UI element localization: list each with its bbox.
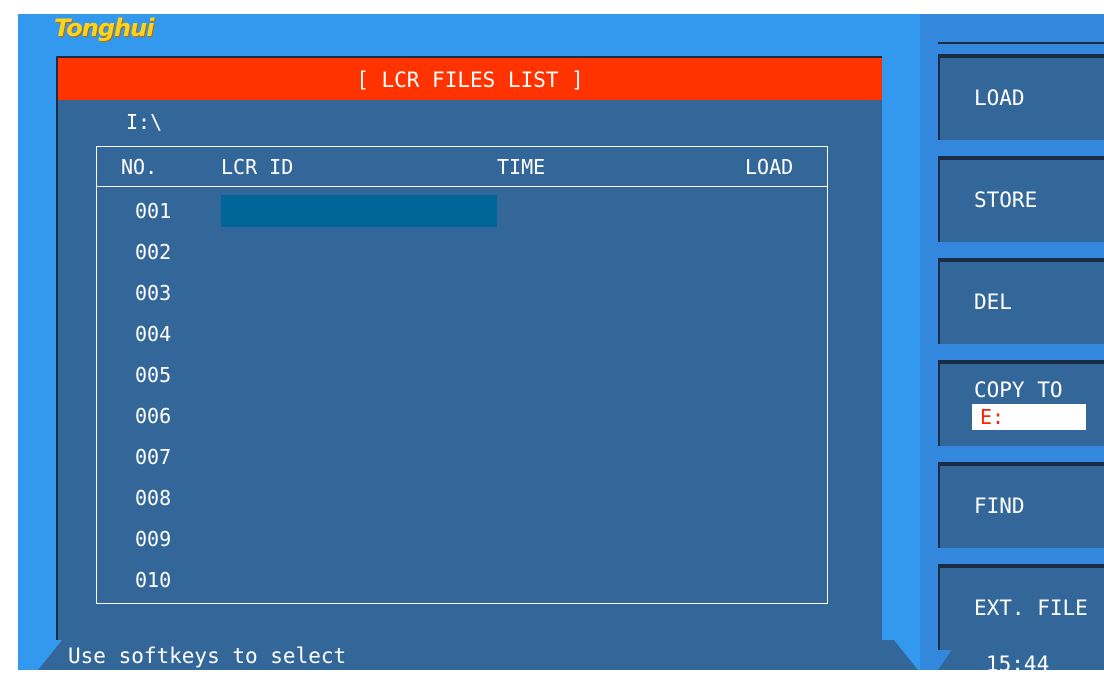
file-row[interactable]: 001 <box>97 191 827 232</box>
row-number: 009 <box>135 527 172 551</box>
file-row[interactable]: 006 <box>97 396 827 437</box>
row-number: 001 <box>135 199 172 223</box>
current-path: I:\ <box>126 110 163 134</box>
row-number: 007 <box>135 445 172 469</box>
find-softkey-label: FIND <box>974 494 1025 518</box>
file-row[interactable]: 002 <box>97 232 827 273</box>
del-softkey-label: DEL <box>974 290 1012 314</box>
row-number: 008 <box>135 486 172 510</box>
row-number: 002 <box>135 240 172 264</box>
list-header: NO. LCR ID TIME LOAD <box>97 147 827 187</box>
column-header-no: NO. <box>121 155 158 179</box>
file-row[interactable]: 009 <box>97 519 827 560</box>
store-softkey-label: STORE <box>974 188 1038 212</box>
copy-destination-field[interactable]: E: <box>972 404 1086 430</box>
store-softkey[interactable]: STORE <box>938 156 1104 242</box>
status-message: Use softkeys to select <box>68 644 347 668</box>
column-header-time: TIME <box>497 155 546 179</box>
file-list-panel: [ LCR FILES LIST ] I:\ NO. LCR ID TIME L… <box>56 56 882 640</box>
column-header-lcr-id: LCR ID <box>221 155 294 179</box>
file-row[interactable]: 008 <box>97 478 827 519</box>
tonghui-logo: Tonghui <box>54 14 154 42</box>
file-row[interactable]: 005 <box>97 355 827 396</box>
row-number: 006 <box>135 404 172 428</box>
column-header-load: LOAD <box>745 155 794 179</box>
load-softkey-label: LOAD <box>974 86 1025 110</box>
del-softkey[interactable]: DEL <box>938 258 1104 344</box>
row-number: 005 <box>135 363 172 387</box>
page-title: [ LCR FILES LIST ] <box>58 58 882 100</box>
clock-time: 15:44 <box>986 652 1050 676</box>
softkey-divider <box>938 42 1104 44</box>
row-number: 003 <box>135 281 172 305</box>
ext-file-softkey[interactable]: EXT. FILE <box>938 564 1104 650</box>
copy-to-softkey[interactable]: COPY TO E: <box>938 360 1104 446</box>
file-list: NO. LCR ID TIME LOAD 001 002 003 004 005… <box>96 146 828 604</box>
row-number: 010 <box>135 568 172 592</box>
file-row[interactable]: 003 <box>97 273 827 314</box>
file-row[interactable]: 010 <box>97 560 827 601</box>
file-row[interactable]: 004 <box>97 314 827 355</box>
copy-to-softkey-label: COPY TO <box>974 378 1063 402</box>
selection-cursor[interactable] <box>221 195 497 227</box>
find-softkey[interactable]: FIND <box>938 462 1104 548</box>
row-number: 004 <box>135 322 172 346</box>
load-softkey[interactable]: LOAD <box>938 54 1104 140</box>
file-row[interactable]: 007 <box>97 437 827 478</box>
ext-file-softkey-label: EXT. FILE <box>974 596 1088 620</box>
clock: 15:44 <box>938 644 1104 670</box>
